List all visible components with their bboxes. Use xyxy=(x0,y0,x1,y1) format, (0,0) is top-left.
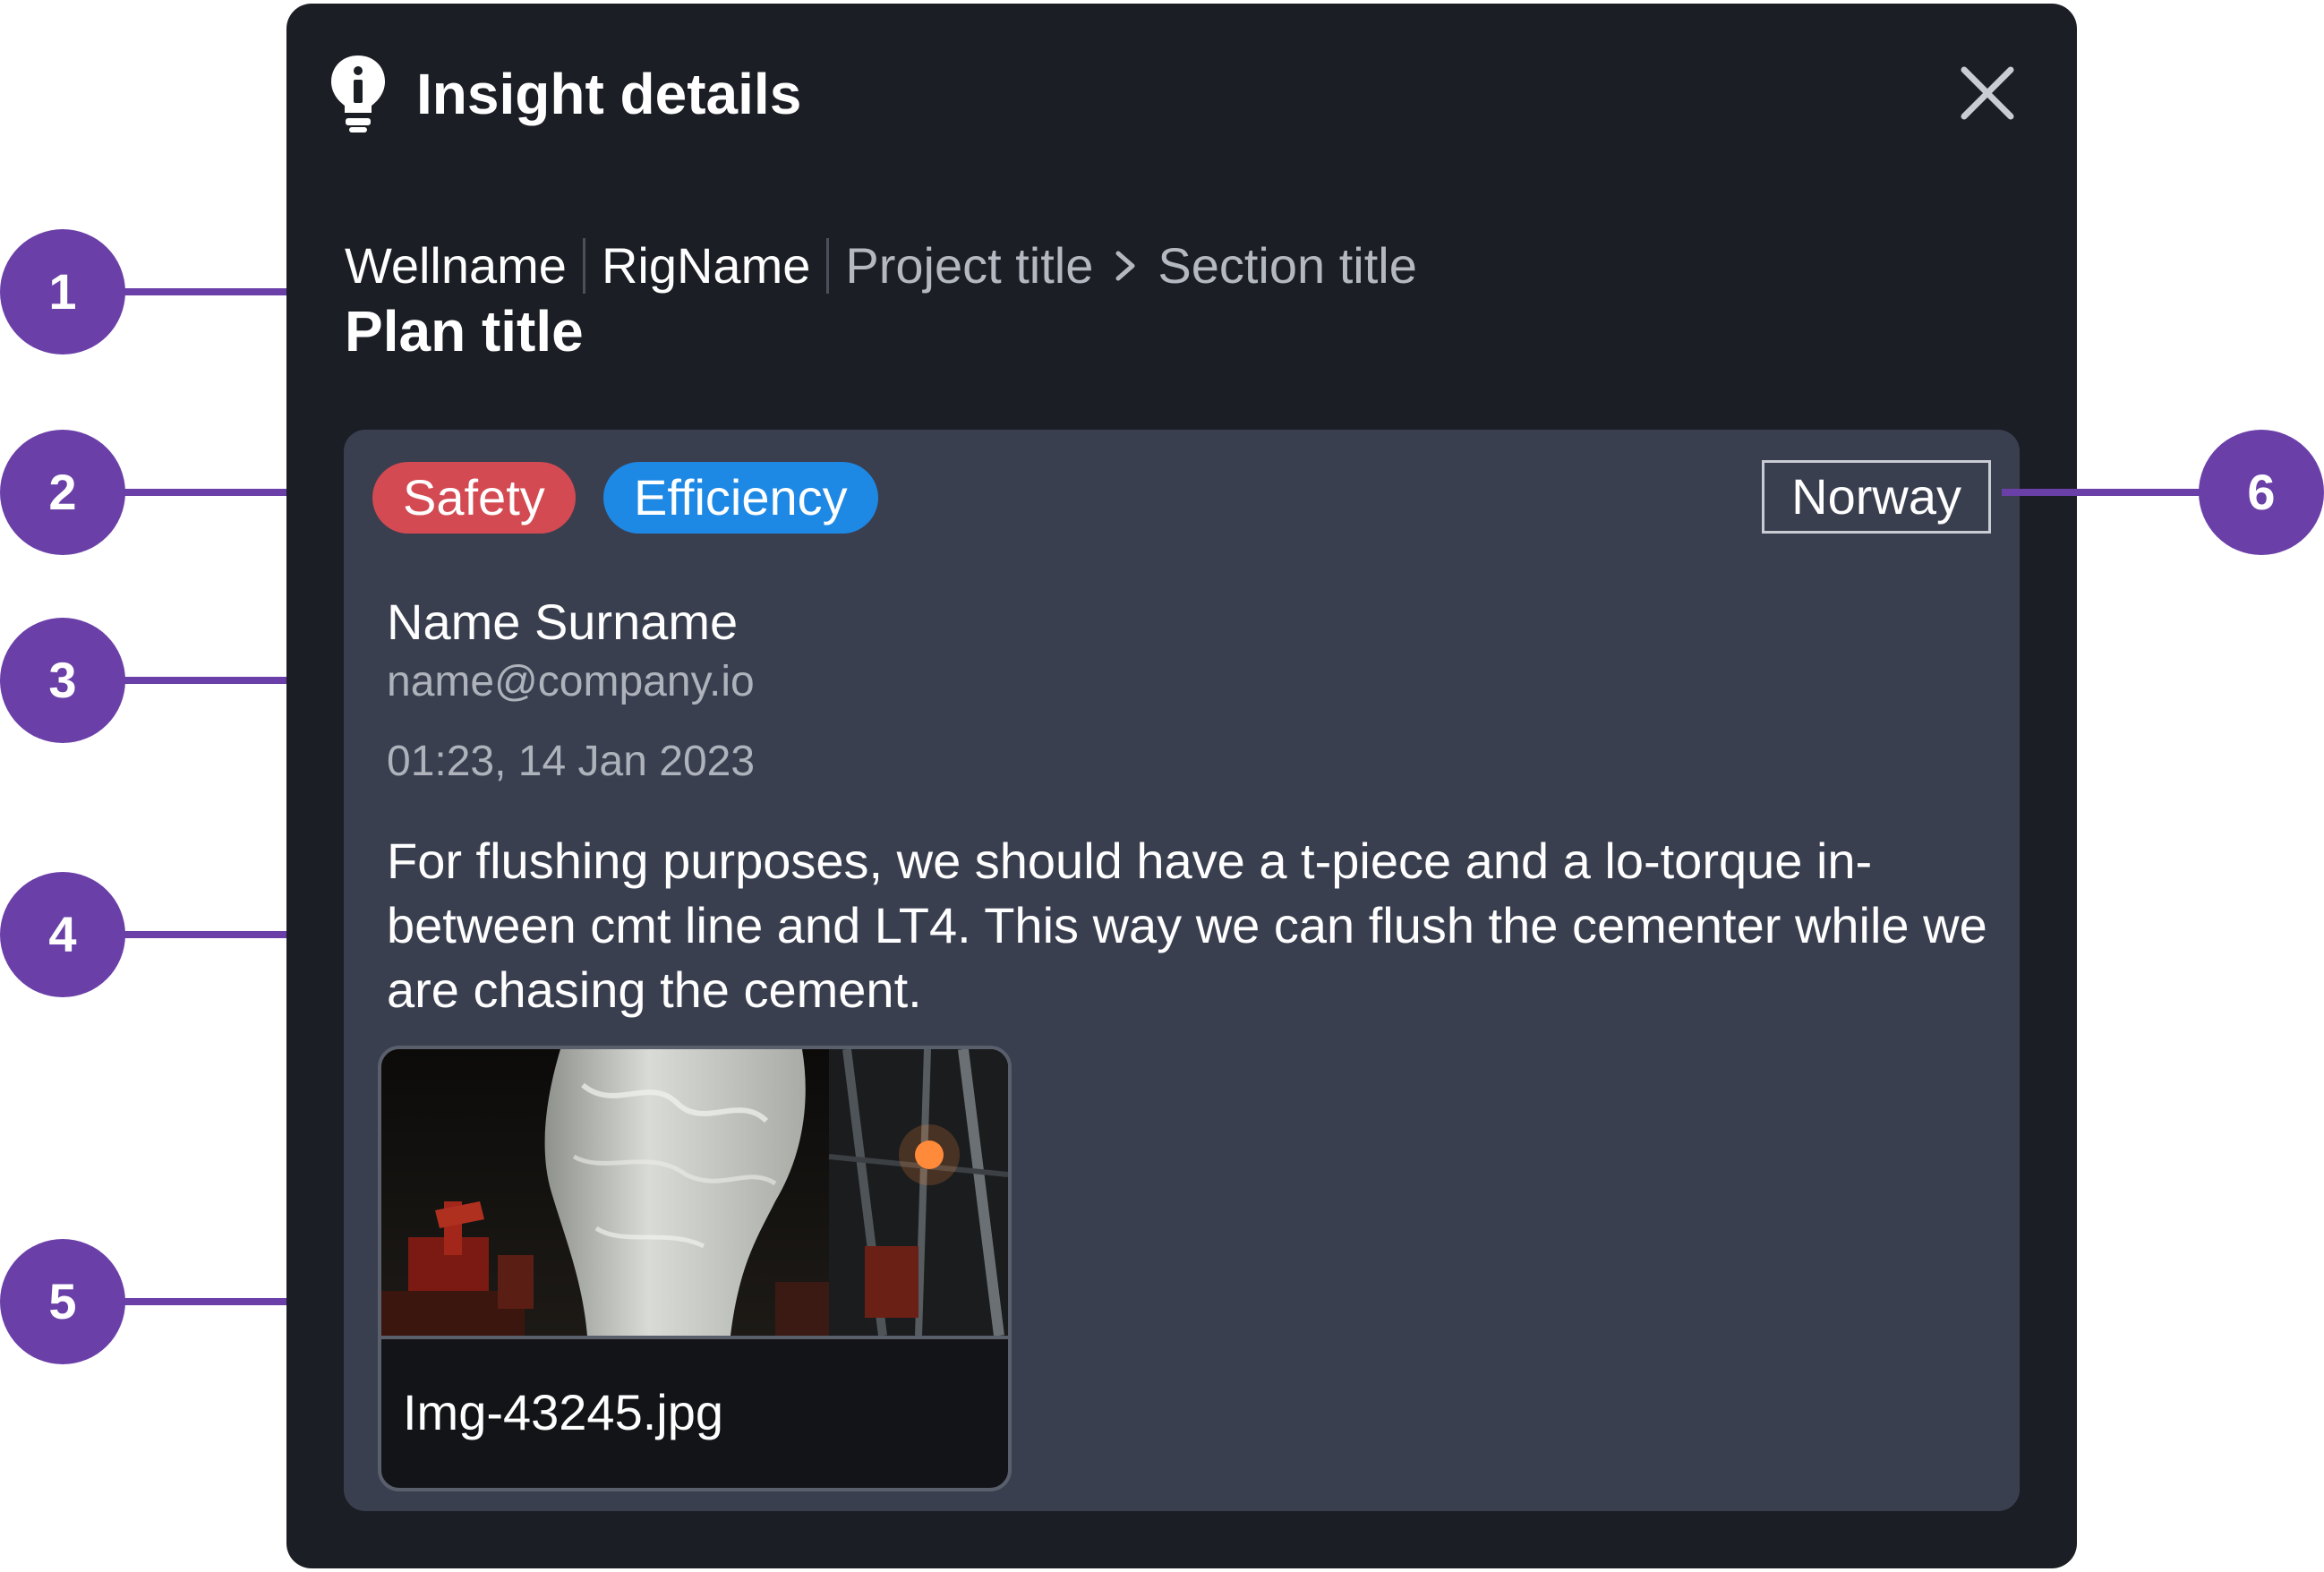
chevron-right-icon xyxy=(1115,251,1135,281)
image-attachment[interactable]: Img-43245.jpg xyxy=(378,1046,1012,1491)
country-badge: Norway xyxy=(1762,460,1991,534)
tag-safety[interactable]: Safety xyxy=(372,462,576,534)
breadcrumb-well[interactable]: Wellname xyxy=(345,235,567,297)
callout-badge-2: 2 xyxy=(0,430,125,555)
attachment-divider xyxy=(381,1336,1008,1339)
callout-badge-4: 4 xyxy=(0,872,125,997)
insight-card: Safety Efficiency Norway Name Surname na… xyxy=(344,430,2020,1511)
breadcrumb-rig[interactable]: RigName xyxy=(602,235,810,297)
dialog-title: Insight details xyxy=(416,62,802,126)
callout-badge-5: 5 xyxy=(0,1239,125,1364)
callout-badge-6: 6 xyxy=(2199,430,2324,555)
lightbulb-info-icon xyxy=(331,56,385,132)
attachment-filename: Img-43245.jpg xyxy=(403,1384,724,1440)
insight-body: For flushing purposes, we should have a … xyxy=(387,833,1987,1018)
callout-badge-3: 3 xyxy=(0,618,125,743)
insight-details-dialog: Insight details Wellname RigName Project… xyxy=(286,4,2077,1568)
callout-badge-1: 1 xyxy=(0,229,125,355)
author-email: name@company.io xyxy=(387,658,755,705)
breadcrumb-divider xyxy=(826,238,830,294)
tag-efficiency[interactable]: Efficiency xyxy=(603,462,878,534)
close-icon[interactable] xyxy=(1952,57,2023,129)
breadcrumb: Wellname RigName Project title Section t… xyxy=(345,235,1417,297)
plan-title: Plan title xyxy=(345,299,584,363)
insight-timestamp: 01:23, 14 Jan 2023 xyxy=(387,738,756,785)
breadcrumb-section[interactable]: Section title xyxy=(1158,235,1417,297)
author-name: Name Surname xyxy=(387,594,739,650)
breadcrumb-divider xyxy=(582,238,585,294)
breadcrumb-project[interactable]: Project title xyxy=(845,235,1093,297)
attachment-thumbnail xyxy=(381,1049,1008,1336)
